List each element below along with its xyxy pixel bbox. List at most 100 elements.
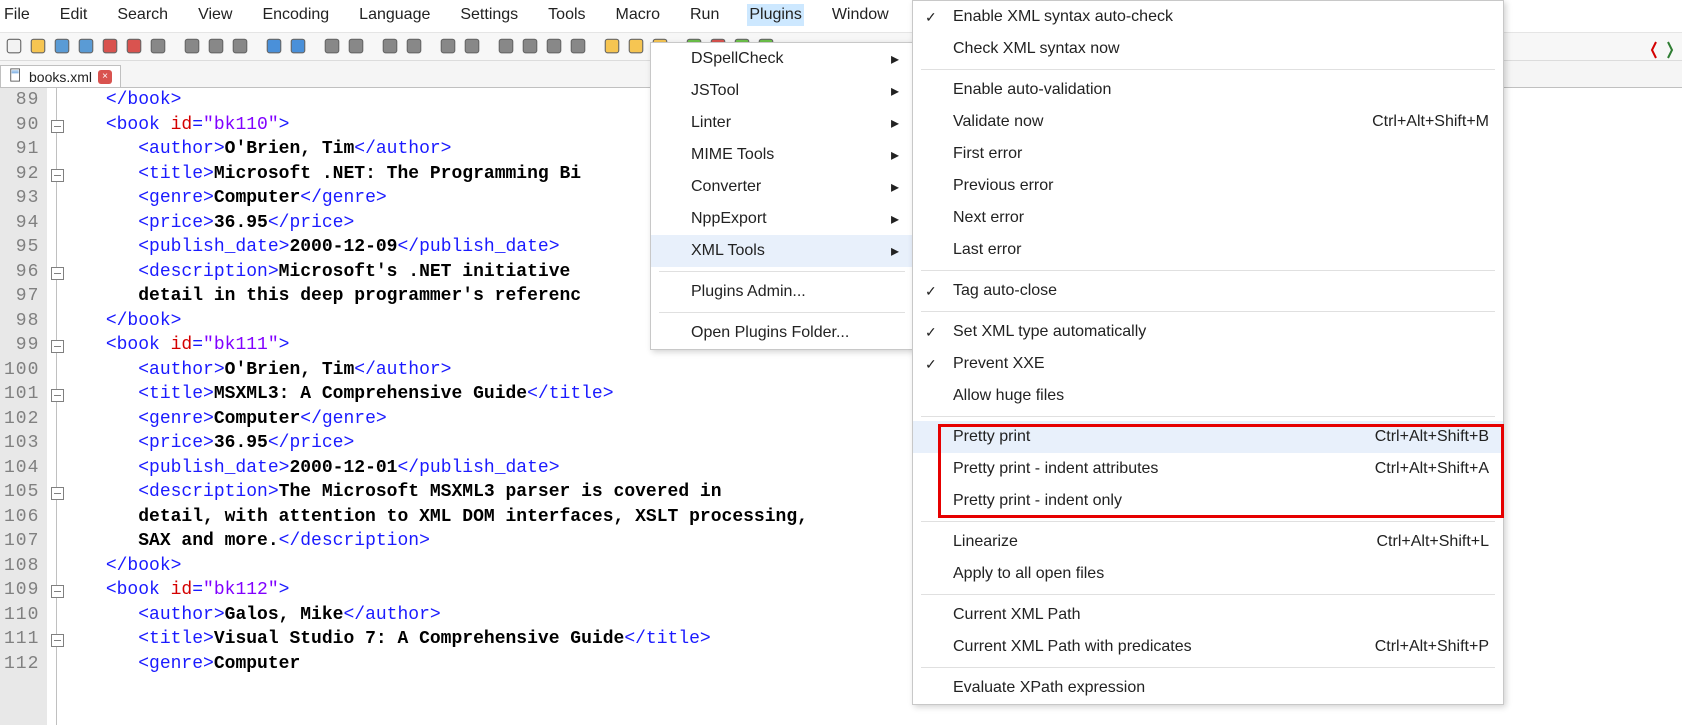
code-line[interactable]: detail, with attention to XML DOM interf… — [73, 505, 818, 530]
compare-icon[interactable] — [1642, 36, 1682, 64]
code-line[interactable]: SAX and more.</description> — [73, 529, 818, 554]
doc-map-button[interactable] — [602, 36, 622, 56]
menu-item[interactable]: Apply to all open files — [913, 558, 1503, 590]
lang-button[interactable] — [568, 36, 588, 56]
menu-item[interactable]: Open Plugins Folder... — [651, 317, 913, 349]
menu-run[interactable]: Run — [688, 4, 721, 26]
menu-item[interactable]: Pretty print - indent only — [913, 485, 1503, 517]
menu-item[interactable]: ✓Enable XML syntax auto-check — [913, 1, 1503, 33]
menu-item[interactable]: Plugins Admin... — [651, 276, 913, 308]
code-line[interactable]: </book> — [73, 554, 818, 579]
menu-language[interactable]: Language — [357, 4, 432, 26]
menu-item[interactable]: NppExport▸ — [651, 203, 913, 235]
redo-button[interactable] — [288, 36, 308, 56]
menu-item-label: XML Tools — [691, 242, 765, 260]
menu-file[interactable]: File — [2, 4, 32, 26]
close-all-button[interactable] — [124, 36, 144, 56]
menu-item[interactable]: Current XML Path with predicatesCtrl+Alt… — [913, 631, 1503, 663]
all-chars-button[interactable] — [520, 36, 540, 56]
fold-toggle[interactable] — [51, 120, 64, 133]
menu-item[interactable]: First error — [913, 138, 1503, 170]
open-button[interactable] — [28, 36, 48, 56]
fold-toggle[interactable] — [51, 487, 64, 500]
fold-toggle[interactable] — [51, 585, 64, 598]
menu-item-label: Enable XML syntax auto-check — [953, 8, 1173, 26]
menu-item[interactable]: LinearizeCtrl+Alt+Shift+L — [913, 526, 1503, 558]
sync-v-button[interactable] — [438, 36, 458, 56]
code-line[interactable]: <book id="bk112"> — [73, 578, 818, 603]
submenu-arrow-icon: ▸ — [851, 209, 899, 229]
menu-item[interactable]: ✓Set XML type automatically — [913, 316, 1503, 348]
code-line[interactable]: <genre>Computer — [73, 652, 818, 677]
func-list-button[interactable] — [626, 36, 646, 56]
copy-button[interactable] — [206, 36, 226, 56]
fold-toggle[interactable] — [51, 340, 64, 353]
menu-search[interactable]: Search — [115, 4, 170, 26]
menu-view[interactable]: View — [196, 4, 234, 26]
save-all-button[interactable] — [76, 36, 96, 56]
menu-item[interactable]: XML Tools▸ — [651, 235, 913, 267]
code-line[interactable]: <publish_date>2000-12-01</publish_date> — [73, 456, 818, 481]
menu-item[interactable]: Pretty print - indent attributesCtrl+Alt… — [913, 453, 1503, 485]
menu-separator — [659, 312, 905, 313]
cut-button[interactable] — [182, 36, 202, 56]
menu-item-label: Current XML Path — [953, 606, 1080, 624]
code-line[interactable]: <description>The Microsoft MSXML3 parser… — [73, 480, 818, 505]
close-button[interactable] — [100, 36, 120, 56]
menu-item[interactable]: MIME Tools▸ — [651, 139, 913, 171]
code-line[interactable]: <author>Galos, Mike</author> — [73, 603, 818, 628]
menu-item[interactable]: Evaluate XPath expression — [913, 672, 1503, 704]
menu-item[interactable]: Check XML syntax now — [913, 33, 1503, 65]
menu-item-label: Enable auto-validation — [953, 81, 1111, 99]
fold-toggle[interactable] — [51, 267, 64, 280]
xmltools-submenu[interactable]: ✓Enable XML syntax auto-checkCheck XML s… — [912, 0, 1504, 705]
menu-item[interactable]: Converter▸ — [651, 171, 913, 203]
fold-toggle[interactable] — [51, 389, 64, 402]
menu-item[interactable]: Pretty printCtrl+Alt+Shift+B — [913, 421, 1503, 453]
menu-item[interactable]: Validate nowCtrl+Alt+Shift+M — [913, 106, 1503, 138]
new-button[interactable] — [4, 36, 24, 56]
menu-item[interactable]: ✓Prevent XXE — [913, 348, 1503, 380]
undo-button[interactable] — [264, 36, 284, 56]
menu-item[interactable]: Allow huge files — [913, 380, 1503, 412]
menu-window[interactable]: Window — [830, 4, 891, 26]
menu-item-label: Pretty print - indent attributes — [953, 460, 1158, 478]
code-line[interactable]: <genre>Computer</genre> — [73, 407, 818, 432]
plugins-menu[interactable]: DSpellCheck▸JSTool▸Linter▸MIME Tools▸Con… — [650, 42, 914, 350]
code-line[interactable]: <title>Visual Studio 7: A Comprehensive … — [73, 627, 818, 652]
fold-toggle[interactable] — [51, 634, 64, 647]
menu-item[interactable]: Linter▸ — [651, 107, 913, 139]
menu-item[interactable]: DSpellCheck▸ — [651, 43, 913, 75]
print-button[interactable] — [148, 36, 168, 56]
menu-plugins[interactable]: Plugins — [747, 4, 803, 26]
menu-item[interactable]: ✓Tag auto-close — [913, 275, 1503, 307]
sync-h-button[interactable] — [462, 36, 482, 56]
menu-item[interactable]: Next error — [913, 202, 1503, 234]
menu-item[interactable]: JSTool▸ — [651, 75, 913, 107]
zoom-out-button[interactable] — [404, 36, 424, 56]
zoom-in-button[interactable] — [380, 36, 400, 56]
menu-item[interactable]: Enable auto-validation — [913, 74, 1503, 106]
menu-item[interactable]: Current XML Path — [913, 599, 1503, 631]
code-line[interactable]: <title>MSXML3: A Comprehensive Guide</ti… — [73, 382, 818, 407]
tab-close-button[interactable]: × — [98, 70, 112, 84]
indent-guide-button[interactable] — [544, 36, 564, 56]
wrap-button[interactable] — [496, 36, 516, 56]
save-button[interactable] — [52, 36, 72, 56]
menu-edit[interactable]: Edit — [58, 4, 90, 26]
menu-item[interactable]: Previous error — [913, 170, 1503, 202]
menu-tools[interactable]: Tools — [546, 4, 587, 26]
code-line[interactable]: <price>36.95</price> — [73, 431, 818, 456]
replace-button[interactable] — [346, 36, 366, 56]
menu-settings[interactable]: Settings — [458, 4, 520, 26]
paste-button[interactable] — [230, 36, 250, 56]
menu-item-shortcut: Ctrl+Alt+Shift+P — [1335, 638, 1489, 656]
code-line[interactable]: <author>O'Brien, Tim</author> — [73, 358, 818, 383]
find-button[interactable] — [322, 36, 342, 56]
file-tab[interactable]: books.xml × — [0, 65, 121, 87]
fold-margin[interactable] — [47, 88, 67, 725]
menu-encoding[interactable]: Encoding — [260, 4, 331, 26]
menu-macro[interactable]: Macro — [614, 4, 662, 26]
menu-item[interactable]: Last error — [913, 234, 1503, 266]
fold-toggle[interactable] — [51, 169, 64, 182]
